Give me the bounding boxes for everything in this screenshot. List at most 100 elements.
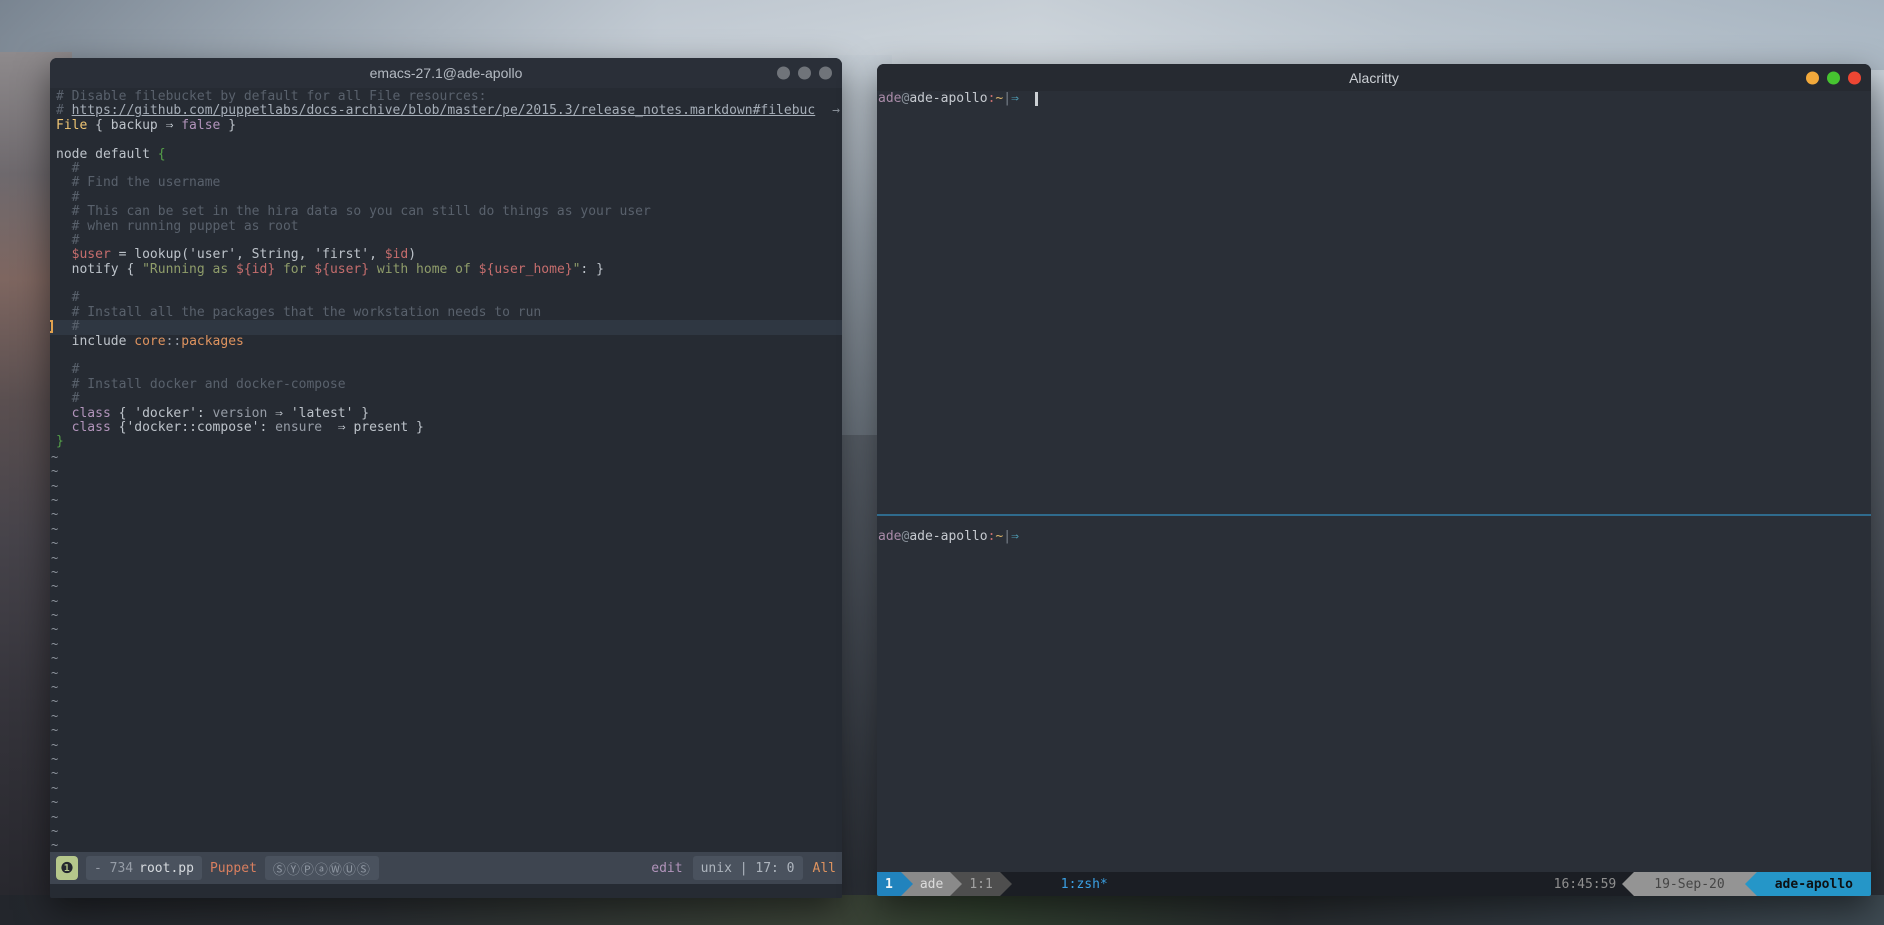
powerline-separator-icon (1622, 872, 1634, 896)
code-line: node default { (56, 148, 842, 162)
empty-line-tilde: ~ (51, 766, 842, 780)
prompt-host: ade-apollo (909, 91, 987, 106)
emacs-modeline: ❶ - 734 root.pp Puppet ⓈⓎⓅⓐⓌⓊⓈ edit unix… (50, 852, 842, 884)
code-line: $user = lookup('user', String, 'first', … (56, 248, 842, 262)
code-line: class {'docker::compose': ensure ⇒ prese… (56, 421, 842, 435)
empty-line-tilde: ~ (51, 493, 842, 507)
tmux-pane-divider[interactable] (877, 514, 1871, 516)
empty-line-tilde: ~ (51, 565, 842, 579)
empty-line-tilde: ~ (51, 608, 842, 622)
powerline-separator-icon (950, 872, 962, 896)
empty-line-tilde: ~ (51, 651, 842, 665)
empty-line-tilde: ~ (51, 781, 842, 795)
empty-line-tilde: ~ (51, 594, 842, 608)
code-line (56, 133, 842, 147)
buffer-filename: root.pp (139, 861, 194, 876)
tmux-status-bar: 1 ade 1:1 1:zsh* 16:45:59 19-Sep-20 ade-… (877, 872, 1871, 896)
code-line: } (56, 435, 842, 449)
emacs-echo-area (50, 884, 842, 898)
empty-line-tilde: ~ (51, 709, 842, 723)
edit-state-label: edit (651, 861, 682, 876)
buffer-info-chip: - 734 root.pp (86, 856, 202, 880)
prompt-user: ade (878, 91, 901, 106)
code-line (56, 349, 842, 363)
scroll-position-label: All (813, 861, 836, 876)
code-line: notify { "Running as ${id} for ${user} w… (56, 263, 842, 277)
window-button-icon[interactable] (819, 67, 832, 80)
empty-line-tilde: ~ (51, 838, 842, 852)
code-line: # Disable filebucket by default for all … (56, 90, 842, 104)
empty-line-tilde: ~ (51, 479, 842, 493)
empty-line-tilde: ~ (51, 622, 842, 636)
emacs-window[interactable]: emacs-27.1@ade-apollo # Disable filebuck… (50, 58, 842, 898)
code-line: # (50, 320, 842, 334)
prompt-user: ade (878, 529, 901, 544)
code-line: # (56, 291, 842, 305)
window-button-icon[interactable] (798, 67, 811, 80)
prompt-pipe: | (1003, 529, 1011, 544)
empty-line-tilde: ~ (51, 738, 842, 752)
buffer-position: - 734 (94, 861, 133, 876)
major-mode-label: Puppet (210, 861, 257, 876)
emacs-window-controls (777, 67, 832, 80)
emacs-buffer[interactable]: # Disable filebucket by default for all … (50, 88, 842, 852)
empty-line-tilde: ~ (51, 551, 842, 565)
tmux-user-segment: ade (913, 872, 950, 896)
empty-line-tilde: ~ (51, 536, 842, 550)
powerline-separator-icon (1745, 872, 1757, 896)
wallpaper-ground (0, 895, 1884, 925)
alacritty-titlebar[interactable]: Alacritty (877, 64, 1871, 91)
shell-prompt-top-pane[interactable]: ade@ade-apollo:~|⇒ (878, 92, 1038, 106)
code-line: File { backup ⇒ false } (56, 119, 842, 133)
powerline-separator-icon (1000, 872, 1012, 896)
code-line: # when running puppet as root (56, 220, 842, 234)
alacritty-window-title: Alacritty (1349, 70, 1399, 86)
empty-line-tilde: ~ (51, 450, 842, 464)
empty-line-tilde: ~ (51, 464, 842, 478)
workspace-badge: ❶ (56, 856, 78, 880)
powerline-separator-icon (901, 872, 913, 896)
empty-line-tilde: ~ (51, 694, 842, 708)
minor-mode-icons: ⓈⓎⓅⓐⓌⓊⓈ (265, 856, 379, 880)
status-spacer (1108, 872, 1548, 896)
prompt-arrow-icon: ⇒ (1011, 529, 1019, 544)
window-button-icon[interactable] (777, 67, 790, 80)
empty-line-tilde: ~ (51, 637, 842, 651)
emacs-cursor (50, 320, 53, 333)
empty-line-tilde: ~ (51, 579, 842, 593)
alacritty-window[interactable]: Alacritty ade@ade-apollo:~|⇒ ade@ade-apo… (877, 64, 1871, 896)
shell-prompt-bottom-pane[interactable]: ade@ade-apollo:~|⇒ (878, 530, 1019, 544)
empty-line-tilde: ~ (51, 752, 842, 766)
line-truncation-icon: → (832, 104, 840, 118)
minimize-button-icon[interactable] (1806, 71, 1819, 84)
terminal-area[interactable]: ade@ade-apollo:~|⇒ ade@ade-apollo:~|⇒ (877, 91, 1871, 872)
maximize-button-icon[interactable] (1827, 71, 1840, 84)
prompt-arrow-icon: ⇒ (1011, 91, 1019, 106)
terminal-cursor (1035, 92, 1038, 106)
prompt-host: ade-apollo (909, 529, 987, 544)
code-line: # (56, 162, 842, 176)
code-line (56, 277, 842, 291)
hostname-label: ade-apollo (1757, 872, 1871, 896)
code-area[interactable]: # Disable filebucket by default for all … (56, 90, 842, 853)
empty-line-tilde: ~ (51, 723, 842, 737)
code-line: # https://github.com/puppetlabs/docs-arc… (56, 104, 842, 118)
emacs-titlebar[interactable]: emacs-27.1@ade-apollo (50, 58, 842, 88)
empty-line-tilde: ~ (51, 680, 842, 694)
code-line: # (56, 191, 842, 205)
code-line: # (56, 363, 842, 377)
clock: 16:45:59 (1548, 872, 1623, 896)
close-button-icon[interactable] (1848, 71, 1861, 84)
empty-line-tilde: ~ (51, 522, 842, 536)
empty-line-tilde: ~ (51, 666, 842, 680)
code-line: # Find the username (56, 176, 842, 190)
code-line: # Install docker and docker-compose (56, 378, 842, 392)
empty-line-tilde: ~ (51, 795, 842, 809)
emacs-window-title: emacs-27.1@ade-apollo (370, 65, 523, 81)
code-line: include core::packages (56, 335, 842, 349)
modeline-right-group: edit unix | 17: 0 All (651, 856, 836, 880)
tmux-window-label[interactable]: 1:zsh* (1061, 872, 1108, 896)
code-line: # This can be set in the hira data so yo… (56, 205, 842, 219)
empty-line-tilde: ~ (51, 810, 842, 824)
code-line: # Install all the packages that the work… (56, 306, 842, 320)
